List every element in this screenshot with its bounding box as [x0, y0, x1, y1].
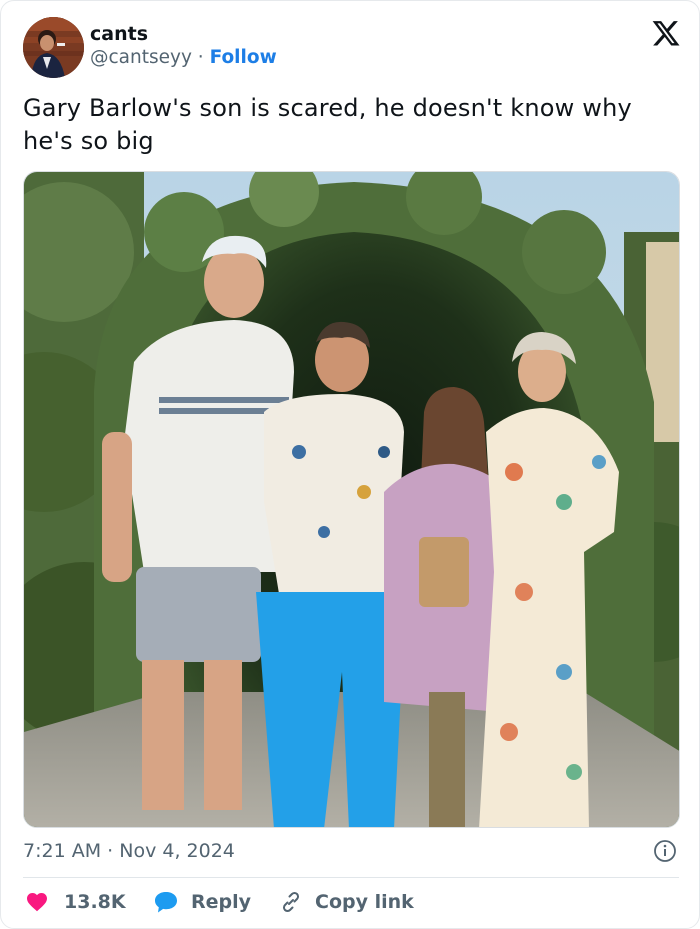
speech-bubble-icon: [155, 892, 177, 913]
reply-button[interactable]: Reply: [153, 887, 251, 917]
handle-row: @cantseyy · Follow: [90, 45, 277, 71]
tweet-header: cants @cantseyy · Follow: [23, 17, 683, 79]
avatar[interactable]: [23, 17, 84, 78]
tweet-actions: 13.8K Reply Copy link: [23, 887, 679, 919]
display-name[interactable]: cants: [90, 23, 277, 45]
meta-separator: ·: [107, 840, 114, 862]
tweet-date[interactable]: Nov 4, 2024: [119, 840, 235, 862]
link-icon: [282, 891, 300, 913]
like-button[interactable]: 13.8K: [25, 887, 126, 917]
tweet-photo[interactable]: [23, 171, 680, 828]
heart-icon: [27, 893, 47, 912]
separator-dot: ·: [197, 47, 204, 68]
tweet-meta: 7:21 AM · Nov 4, 2024: [23, 837, 679, 867]
handle[interactable]: @cantseyy: [90, 47, 192, 68]
info-icon[interactable]: [653, 839, 677, 863]
author-info: cants @cantseyy · Follow: [90, 23, 277, 71]
reply-label: Reply: [191, 891, 252, 913]
x-logo-icon[interactable]: [651, 18, 681, 48]
divider: [23, 877, 679, 878]
tweet-text: Gary Barlow's son is scared, he doesn't …: [23, 94, 632, 155]
copy-link-button[interactable]: Copy link: [279, 887, 414, 917]
follow-button[interactable]: Follow: [210, 47, 277, 68]
tweet-card: cants @cantseyy · Follow Gary Barlow's s…: [0, 0, 700, 929]
tweet-time[interactable]: 7:21 AM: [23, 840, 101, 862]
like-count: 13.8K: [64, 891, 126, 913]
copy-link-label: Copy link: [315, 891, 414, 913]
